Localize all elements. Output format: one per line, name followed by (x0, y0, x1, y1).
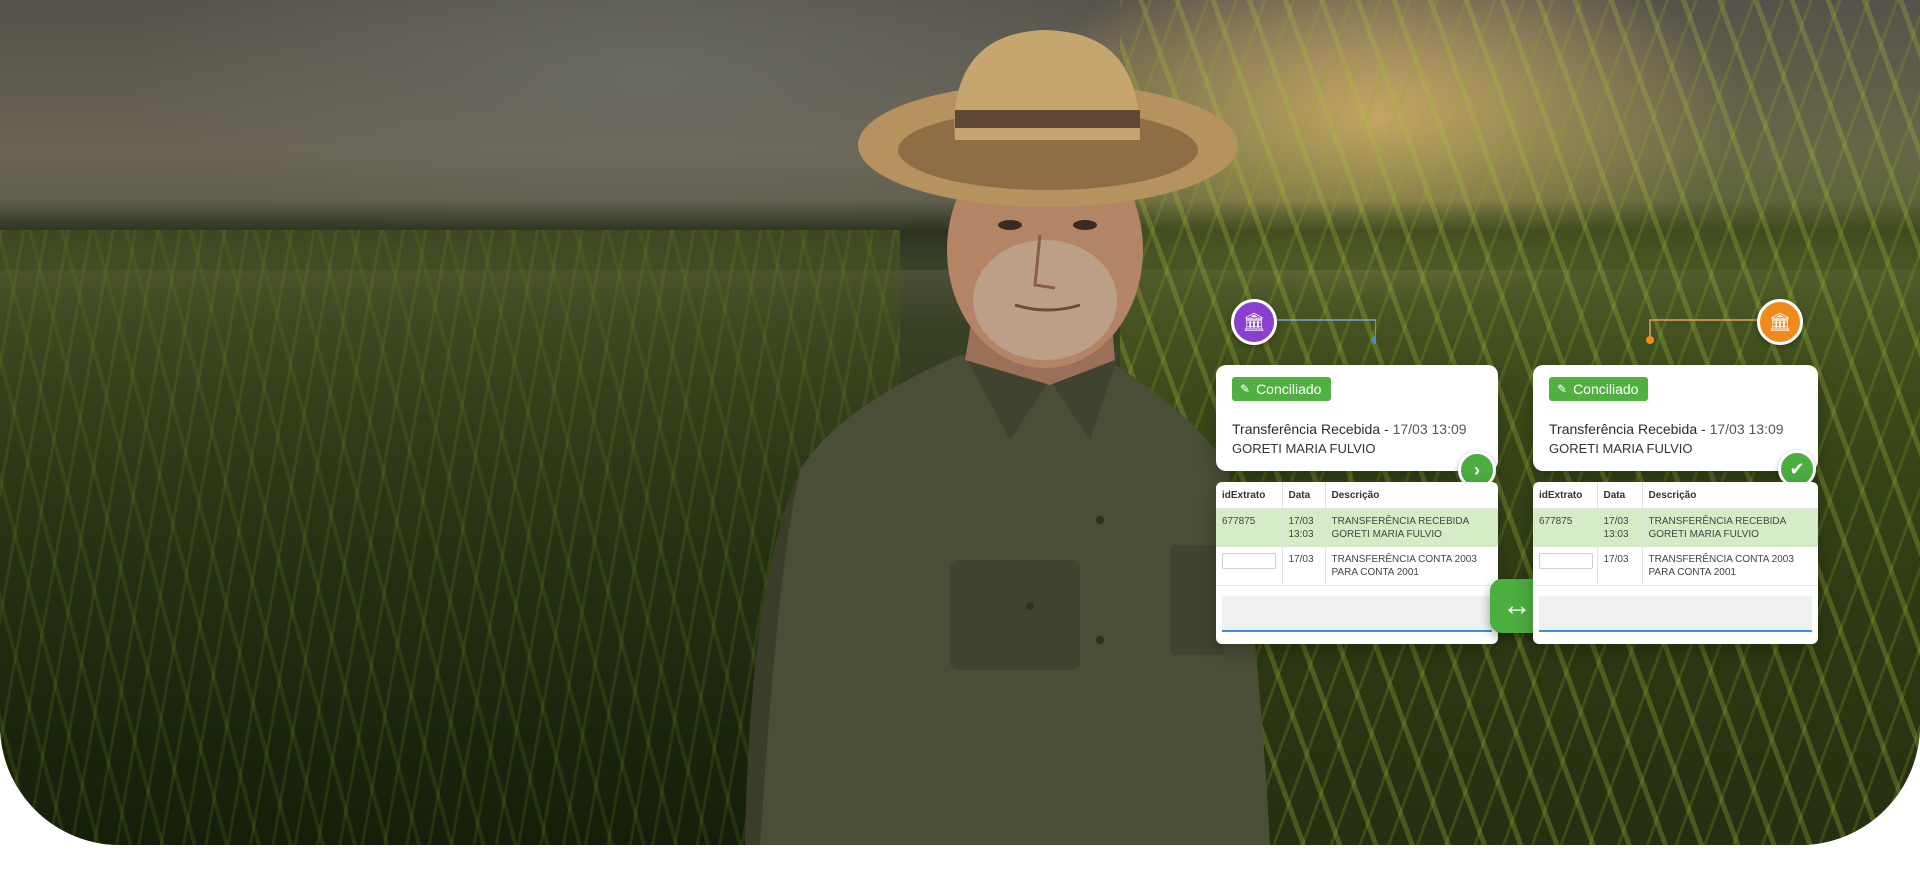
cell-date: 17/03 (1282, 547, 1326, 586)
table-footer-bar (1222, 596, 1492, 632)
left-transaction-card[interactable]: ✎ Conciliado Transferência Recebida - 17… (1216, 365, 1498, 471)
badge-label: Conciliado (1256, 381, 1322, 397)
cell-id: 677875 (1533, 508, 1598, 547)
cell-date: 17/03 (1597, 547, 1643, 586)
transaction-line: Transferência Recebida - 17/03 13:09 (1549, 421, 1784, 437)
left-bank-icon: 🏛 (1231, 299, 1277, 345)
right-statement-table: idExtrato Data Descrição 677875 17/03 13… (1533, 482, 1818, 644)
cell-description: TRANSFERÊNCIA RECEBIDA GORETI MARIA FULV… (1325, 508, 1498, 547)
conciliado-badge: ✎ Conciliado (1549, 377, 1649, 401)
id-input[interactable] (1539, 553, 1593, 569)
left-statement-table: idExtrato Data Descrição 677875 17/03 13… (1216, 482, 1498, 644)
separator: - (1380, 421, 1393, 437)
right-bank-icon: 🏛 (1757, 299, 1803, 345)
column-header-date: Data (1282, 482, 1326, 509)
cell-id-input[interactable] (1533, 547, 1598, 586)
cell-description: TRANSFERÊNCIA CONTA 2003 PARA CONTA 2001 (1642, 547, 1818, 586)
badge-label: Conciliado (1573, 381, 1639, 397)
cell-description: TRANSFERÊNCIA RECEBIDA GORETI MARIA FULV… (1642, 508, 1818, 547)
conciliado-badge: ✎ Conciliado (1232, 377, 1332, 401)
transaction-line: Transferência Recebida - 17/03 13:09 (1232, 421, 1467, 437)
transaction-title: Transferência Recebida (1549, 421, 1698, 437)
cell-id: 677875 (1216, 508, 1283, 547)
edit-icon: ✎ (1557, 382, 1568, 396)
table-footer-bar (1539, 596, 1812, 632)
cell-id-input[interactable] (1216, 547, 1283, 586)
column-header-id: idExtrato (1216, 482, 1283, 509)
cell-date: 17/03 13:03 (1282, 508, 1326, 547)
column-header-description: Descrição (1325, 482, 1498, 509)
cell-date: 17/03 13:03 (1597, 508, 1643, 547)
transaction-datetime: 17/03 13:09 (1392, 421, 1467, 437)
transaction-title: Transferência Recebida (1232, 421, 1381, 437)
table-row[interactable]: 17/03 TRANSFERÊNCIA CONTA 2003 PARA CONT… (1216, 547, 1498, 586)
transaction-datetime: 17/03 13:09 (1709, 421, 1784, 437)
column-header-date: Data (1597, 482, 1643, 509)
right-transaction-card[interactable]: ✎ Conciliado Transferência Recebida - 17… (1533, 365, 1818, 471)
payer-name: GORETI MARIA FULVIO (1232, 441, 1376, 456)
payer-name: GORETI MARIA FULVIO (1549, 441, 1693, 456)
separator: - (1697, 421, 1710, 437)
column-header-id: idExtrato (1533, 482, 1598, 509)
table-row[interactable]: 677875 17/03 13:03 TRANSFERÊNCIA RECEBID… (1216, 508, 1498, 547)
cell-description: TRANSFERÊNCIA CONTA 2003 PARA CONTA 2001 (1325, 547, 1498, 586)
edit-icon: ✎ (1240, 382, 1251, 396)
table-row[interactable]: 677875 17/03 13:03 TRANSFERÊNCIA RECEBID… (1533, 508, 1818, 547)
column-header-description: Descrição (1642, 482, 1818, 509)
id-input[interactable] (1222, 553, 1276, 569)
table-row[interactable]: 17/03 TRANSFERÊNCIA CONTA 2003 PARA CONT… (1533, 547, 1818, 586)
